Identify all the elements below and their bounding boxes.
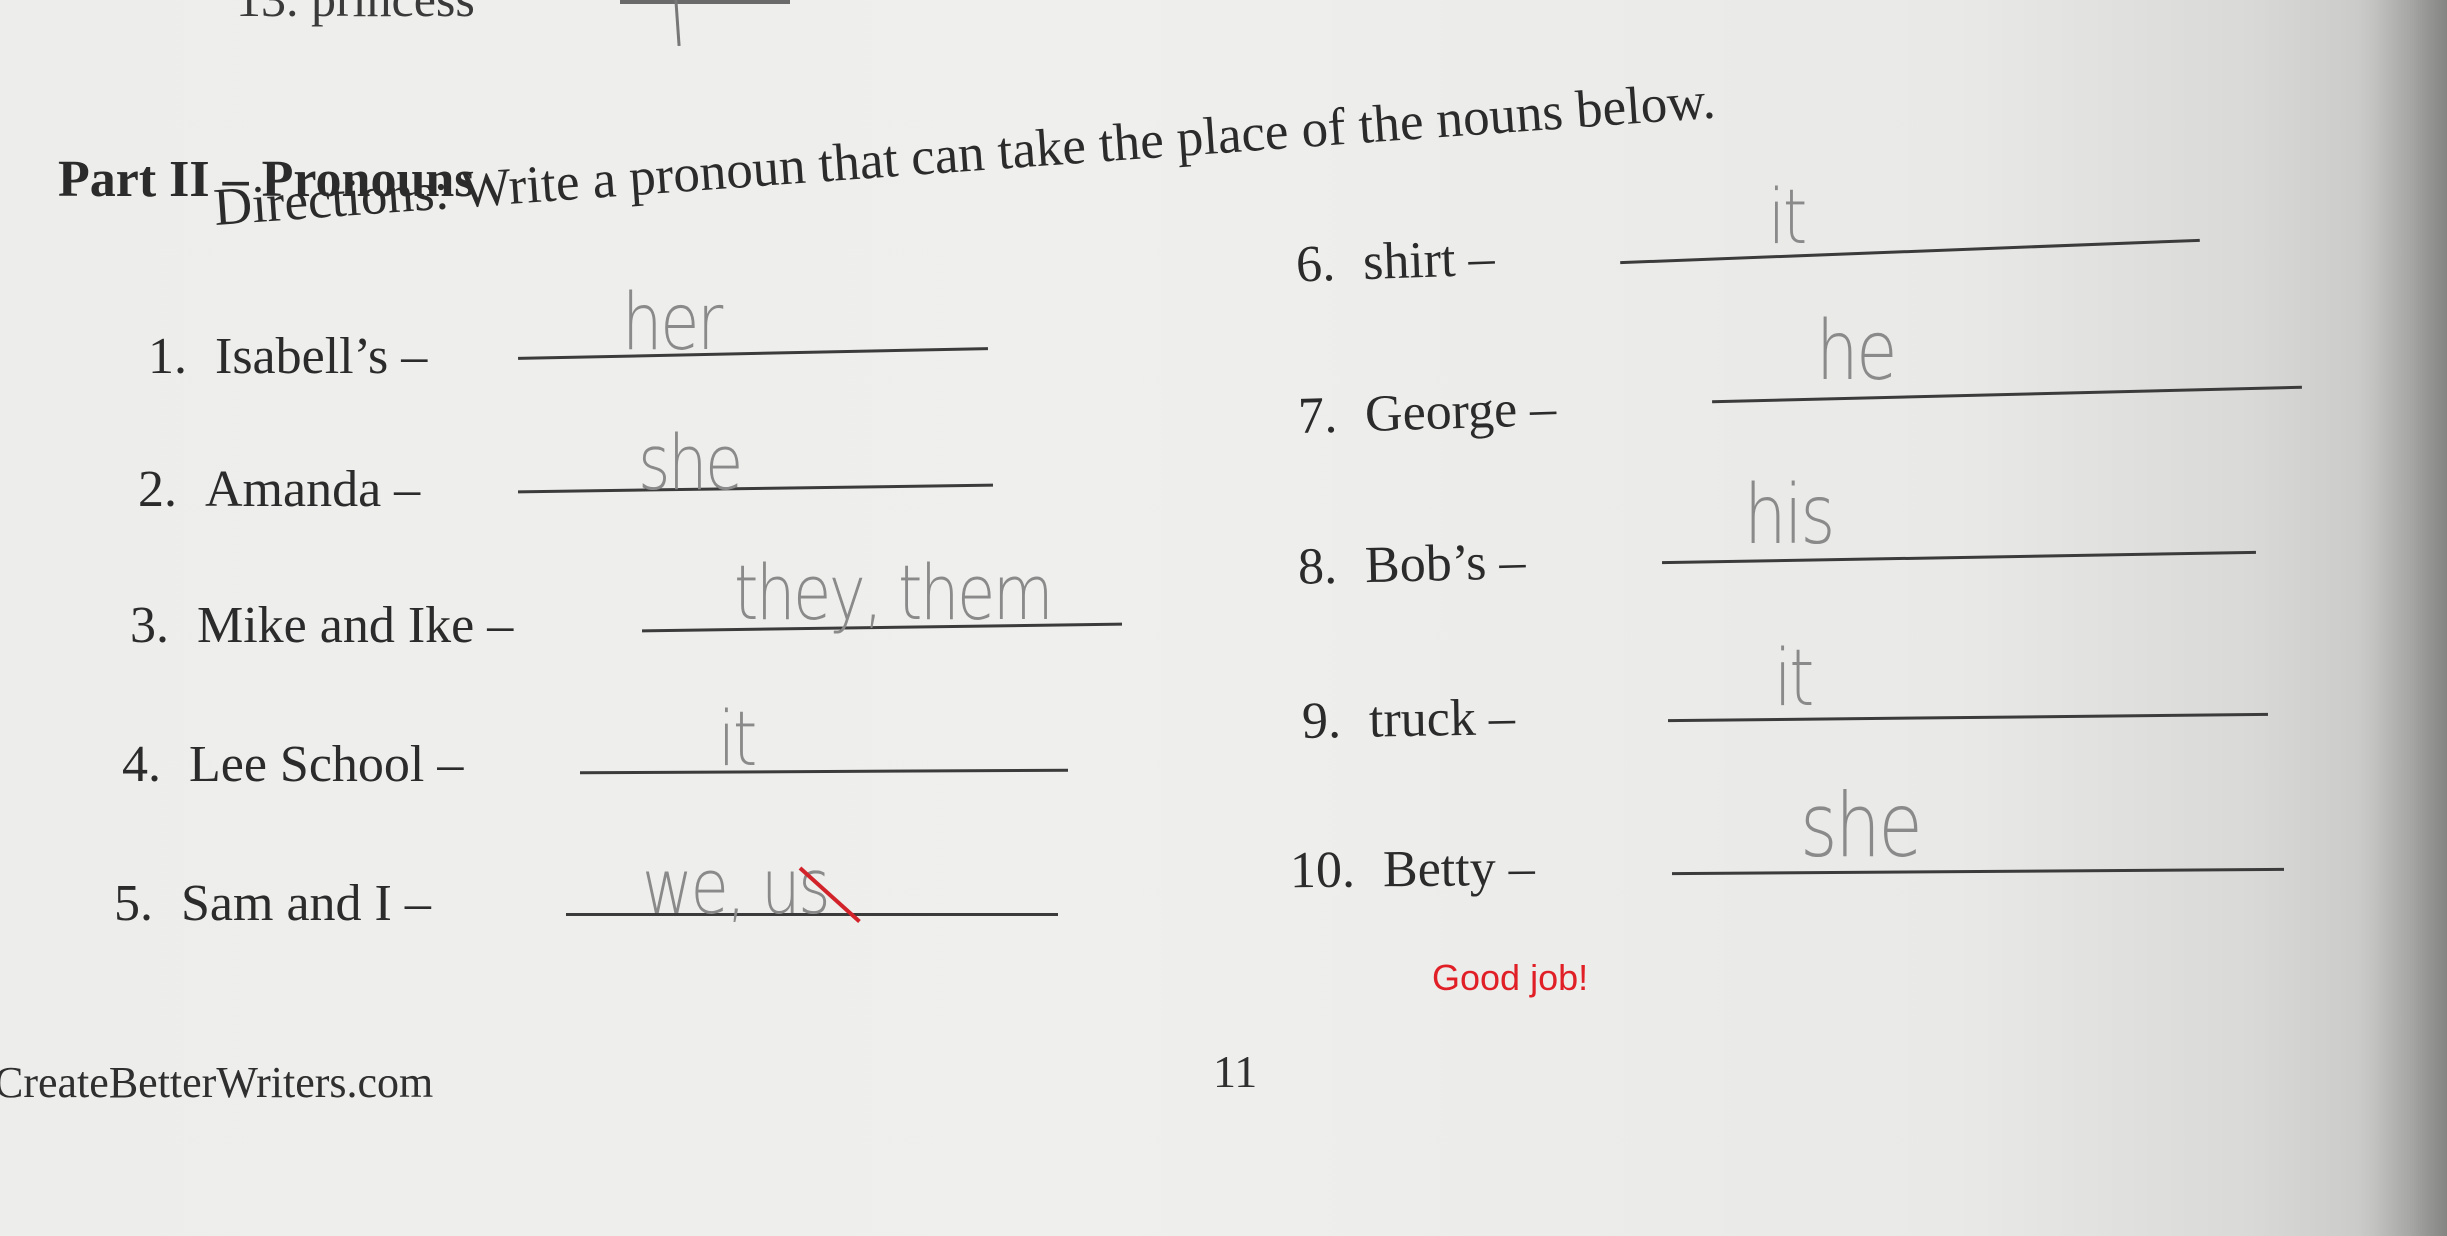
item-number: 10. xyxy=(1289,841,1356,900)
item-1: 1. Isabell’s – xyxy=(148,327,427,386)
item-number: 8. xyxy=(1297,537,1338,596)
item-noun: Mike and Ike – xyxy=(197,597,514,654)
item-noun: Betty – xyxy=(1382,839,1535,899)
handwritten-answer-10: she xyxy=(1800,774,1923,877)
item-noun: Amanda – xyxy=(205,461,421,518)
item-number: 5. xyxy=(114,875,153,932)
footer-site: CreateBetterWriters.com xyxy=(0,1058,434,1107)
handwritten-answer-3: they, them xyxy=(734,548,1054,637)
answer-line-4 xyxy=(579,768,1069,775)
answer-line-1 xyxy=(518,347,988,360)
item-number: 4. xyxy=(122,736,161,793)
item-noun: Lee School – xyxy=(189,736,464,793)
item-number: 2. xyxy=(138,461,177,518)
item-3: 3. Mike and Ike – xyxy=(130,596,513,655)
teacher-feedback: Good job! xyxy=(1432,957,1589,998)
item-number: 6. xyxy=(1295,235,1337,294)
item-number: 7. xyxy=(1297,386,1338,446)
answer-line-6 xyxy=(1620,238,2200,265)
previous-item: 13. princess xyxy=(236,0,475,28)
item-number: 9. xyxy=(1301,692,1342,750)
handwritten-answer-8: his xyxy=(1744,468,1835,563)
item-7: 7. George – xyxy=(1297,379,1557,446)
handwritten-answer-7: he xyxy=(1816,304,1898,399)
item-6: 6. shirt – xyxy=(1295,229,1495,295)
item-noun: truck – xyxy=(1368,689,1516,749)
item-noun: Bob’s – xyxy=(1364,533,1527,595)
item-noun: Isabell’s – xyxy=(215,328,428,385)
item-noun: Sam and I – xyxy=(181,875,431,932)
item-5: 5. Sam and I – xyxy=(114,874,431,933)
item-noun: shirt – xyxy=(1362,229,1496,292)
handwritten-answer-2: she xyxy=(638,418,743,507)
answer-line-2 xyxy=(518,483,993,494)
answer-line-10 xyxy=(1671,867,2285,876)
handwritten-answer-6: it xyxy=(1768,172,1807,261)
answer-line-7 xyxy=(1712,385,2302,404)
item-8: 8. Bob’s – xyxy=(1297,532,1526,597)
previous-answer-pencil-stroke xyxy=(674,0,681,47)
item-10: 10. Betty – xyxy=(1290,839,1535,901)
handwritten-answer-4: it xyxy=(718,694,757,783)
item-number: 1. xyxy=(148,328,187,385)
item-noun: George – xyxy=(1364,379,1557,443)
page-edge-shadow xyxy=(2357,0,2447,1236)
handwritten-answer-1: her xyxy=(622,278,723,368)
previous-answer-line xyxy=(620,0,790,4)
item-number: 3. xyxy=(130,597,169,654)
item-2: 2. Amanda – xyxy=(138,460,420,519)
answer-line-9 xyxy=(1668,712,2268,723)
page-number: 11 xyxy=(1213,1046,1258,1097)
item-9: 9. truck – xyxy=(1302,688,1516,751)
item-4: 4. Lee School – xyxy=(122,735,463,794)
handwritten-answer-9: it xyxy=(1774,634,1814,724)
handwritten-answer-5: we, us xyxy=(642,842,831,931)
